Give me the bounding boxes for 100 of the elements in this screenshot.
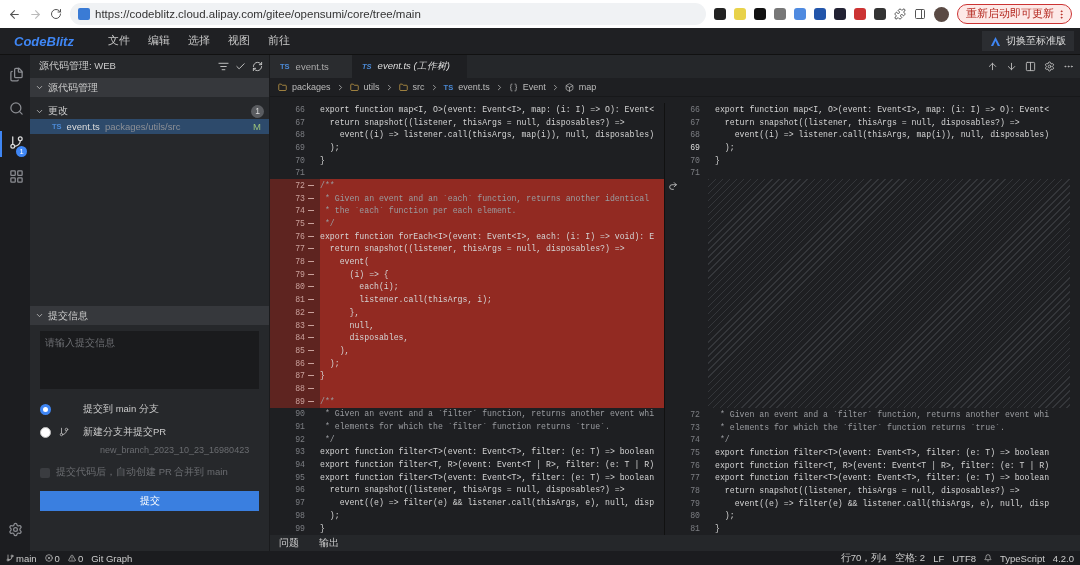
menu-item[interactable]: 视图 — [227, 34, 250, 48]
extensions-icon[interactable] — [8, 168, 24, 184]
section-header[interactable]: 源代码管理 — [30, 78, 269, 97]
files-icon[interactable] — [8, 66, 24, 82]
settings-icon[interactable] — [7, 522, 23, 537]
language-mode[interactable]: TypeScript — [999, 552, 1045, 564]
radio-button[interactable] — [40, 426, 51, 438]
line-number: 72 — [294, 180, 305, 190]
check-icon[interactable] — [235, 61, 246, 72]
menu-item[interactable]: 选择 — [187, 34, 210, 48]
removed-marker-icon — [308, 311, 314, 313]
git-graph-link[interactable]: Git Graph — [91, 552, 133, 564]
line-number: 91 — [294, 422, 305, 432]
code-line: export function map<I, O>(event: Event<I>, map: (i: I) => O): Event< — [715, 104, 1050, 114]
extension-icon[interactable] — [714, 8, 726, 20]
removed-marker-icon — [308, 400, 314, 402]
menu-item[interactable]: 编辑 — [147, 34, 170, 48]
menu-item[interactable]: 文件 — [107, 34, 130, 48]
line-number: 81 — [294, 295, 305, 305]
indentation[interactable]: 空格: 2 — [894, 551, 926, 565]
side-panel-icon[interactable] — [914, 8, 926, 20]
line-number: 98 — [294, 510, 305, 520]
switch-edition-button[interactable]: 切换至标准版 — [982, 31, 1074, 51]
code-line: return snapshot((listener, thisArgs = null, disposables?) => — [723, 486, 1020, 496]
option-label: 新建分支并提交PR — [83, 425, 167, 439]
avatar[interactable] — [934, 6, 949, 22]
arrow-icon[interactable] — [668, 181, 678, 192]
language-version[interactable]: 4.2.0 — [1052, 552, 1074, 564]
cursor-position[interactable]: 行70，列4 — [840, 551, 887, 565]
radio-button[interactable] — [40, 403, 51, 415]
menu-item[interactable]: 前往 — [267, 34, 290, 48]
line-number: 80 — [294, 282, 305, 292]
search-icon[interactable] — [8, 100, 24, 116]
branch-icon — [6, 554, 14, 562]
panel-tab[interactable]: 问题 — [279, 536, 299, 550]
url-text: https://codeblitz.cloud.alipay.com/gitee/opensumi/core/tree/main — [95, 8, 421, 20]
line-ending[interactable]: LF — [933, 552, 945, 564]
option-label: 提交到 main 分支 — [83, 402, 159, 416]
arrow-down-icon[interactable] — [1006, 61, 1017, 72]
removed-marker-icon — [308, 337, 314, 339]
removed-marker-icon — [308, 286, 314, 288]
extension-icon[interactable] — [754, 8, 766, 20]
code-line: null, — [348, 320, 375, 330]
code-line: } — [320, 371, 325, 381]
line-number: 94 — [294, 460, 305, 470]
line-number: 71 — [294, 168, 305, 178]
code-line: ), — [338, 345, 350, 355]
source-control-icon[interactable] — [8, 134, 24, 150]
arrow-up-icon[interactable] — [987, 61, 998, 72]
breadcrumb[interactable]: packages — [292, 82, 331, 92]
code-line: * elements for which the `filter` function returns `true`. — [323, 422, 610, 432]
code-line: event((i) => listener.call(thisArgs, map(i)), null, disposables) — [338, 130, 655, 140]
line-number: 85 — [294, 345, 305, 355]
back-icon[interactable] — [8, 7, 21, 21]
submit-button[interactable]: 提交 — [40, 491, 259, 511]
branch-status[interactable]: main — [6, 552, 37, 564]
breadcrumb[interactable]: map — [578, 82, 597, 92]
line-number: 75 — [294, 219, 305, 229]
bell-icon[interactable] — [983, 554, 992, 562]
file-status: M — [253, 121, 261, 132]
extension-icon[interactable] — [874, 8, 886, 20]
update-button[interactable]: 重新启动即可更新 — [957, 4, 1072, 24]
line-number: 84 — [294, 333, 305, 343]
line-number: 72 — [689, 409, 700, 419]
line-number: 86 — [294, 358, 305, 368]
code-line: * Given an event and an `each` function, returns another identical — [323, 193, 650, 203]
extension-icon[interactable] — [834, 8, 846, 20]
code-line: return snapshot((listener, thisArgs = null, disposables?) => — [328, 244, 625, 254]
line-number: 74 — [689, 435, 700, 445]
commit-message-field[interactable]: 请输入提交信息 — [40, 331, 259, 389]
code-line: (i) => { — [348, 269, 389, 279]
line-number: 68 — [689, 130, 700, 140]
reload-icon[interactable] — [50, 8, 62, 20]
panel-tab[interactable]: 输出 — [319, 536, 339, 550]
code-line: return snapshot((listener, thisArgs = null, disposables?) => — [723, 117, 1020, 127]
breadcrumb[interactable]: src — [412, 82, 425, 92]
warning-status[interactable]: 0 — [67, 552, 84, 564]
section-header[interactable]: 提交信息 — [30, 306, 269, 325]
code-line: event((e) => filter(e) && listener.call(thisArgs, e), null, disp — [733, 498, 1050, 508]
extension-icon[interactable] — [814, 8, 826, 20]
refresh-icon[interactable] — [252, 61, 263, 72]
address-bar[interactable]: https://codeblitz.cloud.alipay.com/gitee/opensumi/core/tree/main — [70, 3, 706, 25]
puzzle-icon[interactable] — [894, 8, 906, 20]
split-editor-icon[interactable] — [1025, 61, 1036, 72]
removed-marker-icon — [308, 299, 314, 301]
list-icon[interactable] — [218, 61, 229, 72]
count-badge: 1 — [251, 104, 264, 118]
breadcrumb[interactable]: event.ts — [458, 82, 490, 92]
line-number: 75 — [689, 448, 700, 458]
breadcrumb[interactable]: Event — [522, 82, 546, 92]
breadcrumb[interactable]: utils — [363, 82, 380, 92]
removed-marker-icon — [308, 223, 314, 225]
line-number: 70 — [294, 155, 305, 165]
gear-icon[interactable] — [1044, 61, 1055, 72]
code-line: event((i) => listener.call(thisArgs, map(i)), null, disposables) — [733, 130, 1050, 140]
tab-label: event.ts — [295, 61, 329, 72]
encoding[interactable]: UTF8 — [952, 552, 976, 564]
removed-marker-icon — [308, 184, 314, 186]
group-title[interactable]: 更改 — [48, 104, 68, 118]
error-status[interactable]: 0 — [44, 552, 60, 564]
